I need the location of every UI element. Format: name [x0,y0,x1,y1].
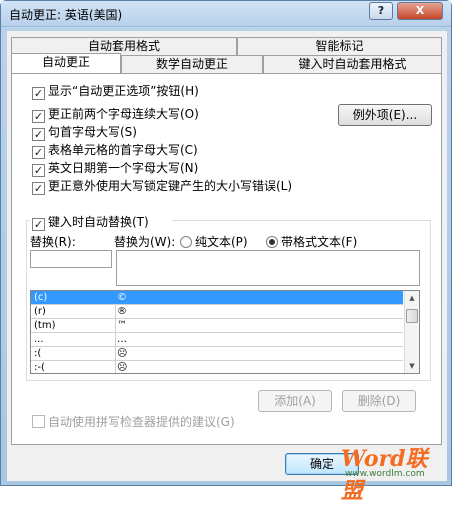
with-input[interactable] [116,250,420,286]
list-item-to: ☹ [117,348,128,359]
tab-autocorrect[interactable]: 自动更正 [11,53,121,73]
list-item-from: (tm) [34,320,56,331]
list-item-to: ™ [117,320,127,331]
correct-caps-lock-label: 更正意外使用大写锁定键产生的大小写错误(L) [48,179,293,193]
autocorrect-dialog: 自动更正: 英语(美国) ? X 自动套用格式 智能标记 自动更正 数学自动更正… [0,0,452,504]
list-item-from: :( [34,348,42,359]
replace-as-you-type-label: 键入时自动替换(T) [48,215,149,229]
with-label: 替换为(W): [114,235,176,249]
radio-icon[interactable] [180,236,192,248]
checkbox-icon[interactable] [32,415,45,428]
spell-suggest-label: 自动使用拼写检查器提供的建议(G) [48,415,235,429]
group-border [172,220,430,221]
capitalize-sentences-option[interactable]: ✓ 句首字母大写(S) [32,123,137,141]
window-title: 自动更正: 英语(美国) [9,8,123,22]
list-item[interactable]: :-( ☹ [31,361,403,373]
checkbox-icon[interactable]: ✓ [32,218,45,231]
list-item-to: ☹ [117,362,128,373]
list-item-from: (c) [34,292,48,303]
watermark-url: www.wordlm.com [345,469,425,479]
checkbox-icon[interactable]: ✓ [32,87,45,100]
capitalize-sentences-label: 句首字母大写(S) [48,125,137,139]
list-item-from: :-( [34,362,45,373]
correct-caps-lock-option[interactable]: ✓ 更正意外使用大写锁定键产生的大小写错误(L) [32,177,293,195]
checkbox-icon[interactable]: ✓ [32,146,45,159]
plain-text-option[interactable]: 纯文本(P) [180,233,248,250]
tab-smart-tags[interactable]: 智能标记 [237,37,442,55]
group-border [26,380,431,381]
close-button[interactable]: X [397,2,443,20]
add-button[interactable]: 添加(A) [258,390,332,412]
list-scrollbar[interactable]: ▲ ▼ [404,291,419,373]
scroll-thumb[interactable] [406,309,418,323]
list-item[interactable]: ... … [31,333,403,347]
list-item[interactable]: (r) ® [31,305,403,319]
replacement-list[interactable]: (c) © (r) ® (tm) ™ ... … :( ☹ :-( ☹ ▲ ▼ [30,290,420,374]
group-border [26,220,27,380]
capitalize-table-cells-label: 表格单元格的首字母大写(C) [48,143,198,157]
list-item-from: (r) [34,306,46,317]
spell-suggest-option[interactable]: 自动使用拼写检查器提供的建议(G) [32,413,235,429]
title-bar: 自动更正: 英语(美国) ? X [1,1,451,27]
watermark-logo: Word联盟 www.wordlm.com [341,441,449,504]
tab-math-autocorrect[interactable]: 数学自动更正 [121,55,263,73]
capitalize-days-label: 英文日期第一个字母大写(N) [48,161,199,175]
correct-two-initials-label: 更正前两个字母连续大写(O) [48,107,199,121]
checkbox-icon[interactable]: ✓ [32,182,45,195]
plain-text-label: 纯文本(P) [195,235,248,249]
list-item-to: © [117,292,127,303]
formatted-text-option[interactable]: 带格式文本(F) [266,233,357,250]
radio-selected-icon[interactable] [266,236,278,248]
checkbox-icon[interactable]: ✓ [32,164,45,177]
list-item[interactable]: :( ☹ [31,347,403,361]
scroll-up-icon[interactable]: ▲ [405,291,419,305]
tab-autoformat-as-you-type[interactable]: 键入时自动套用格式 [263,55,442,73]
replace-label: 替换(R): [30,235,76,249]
help-button[interactable]: ? [369,2,393,20]
formatted-text-label: 带格式文本(F) [281,235,358,249]
scroll-down-icon[interactable]: ▼ [405,359,419,373]
replace-input[interactable] [30,250,112,268]
show-buttons-label: 显示“自动更正选项”按钮(H) [48,84,199,98]
exceptions-button[interactable]: 例外项(E)... [338,104,432,126]
list-item-to: ® [117,306,127,317]
list-item[interactable]: (tm) ™ [31,319,403,333]
correct-two-initials-option[interactable]: ✓ 更正前两个字母连续大写(O) [32,105,199,123]
capitalize-days-option[interactable]: ✓ 英文日期第一个字母大写(N) [32,159,199,177]
autocorrect-panel: ✓ 显示“自动更正选项”按钮(H) ✓ 更正前两个字母连续大写(O) 例外项(E).… [11,73,442,445]
list-item[interactable]: (c) © [31,291,403,305]
capitalize-table-cells-option[interactable]: ✓ 表格单元格的首字母大写(C) [32,141,198,159]
list-item-to: … [117,334,127,345]
delete-button[interactable]: 删除(D) [342,390,416,412]
replace-as-you-type-option[interactable]: ✓ 键入时自动替换(T) [32,213,149,231]
checkbox-icon[interactable]: ✓ [32,110,45,123]
checkbox-icon[interactable]: ✓ [32,128,45,141]
group-border [430,220,431,380]
list-item-from: ... [34,334,44,345]
show-buttons-option[interactable]: ✓ 显示“自动更正选项”按钮(H) [32,82,199,100]
